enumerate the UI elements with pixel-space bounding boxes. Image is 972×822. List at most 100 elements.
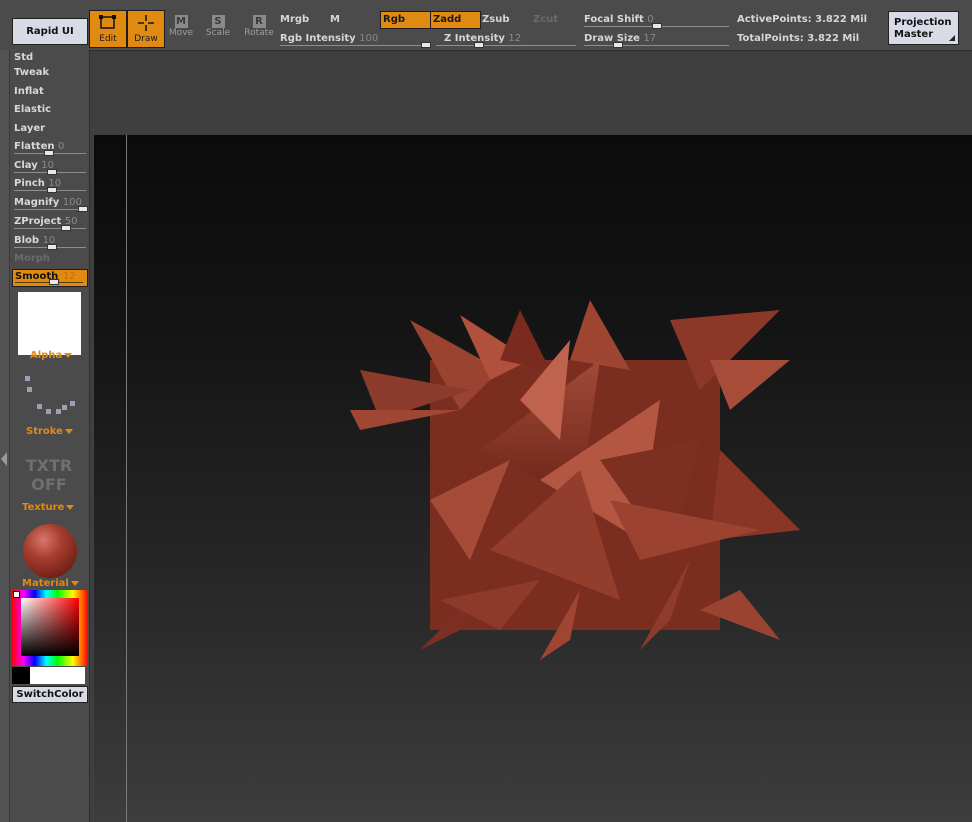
left-shelf-edge bbox=[0, 50, 10, 822]
texture-thumbnail[interactable]: TXTR OFF bbox=[22, 456, 76, 494]
scale-button[interactable]: S Scale bbox=[202, 13, 234, 38]
shelf-collapse-arrow-icon[interactable] bbox=[1, 452, 7, 466]
smooth-knob[interactable] bbox=[49, 279, 59, 285]
stroke-dot bbox=[70, 401, 75, 406]
switch-color-button[interactable]: SwitchColor bbox=[12, 686, 88, 703]
stroke-dot bbox=[62, 405, 67, 410]
zcut-button[interactable]: Zcut bbox=[533, 14, 558, 25]
total-points-label: TotalPoints: bbox=[737, 33, 804, 44]
sculpted-mesh[interactable] bbox=[340, 300, 810, 670]
stroke-dot bbox=[27, 387, 32, 392]
draw-size-track bbox=[584, 45, 729, 46]
rgb-intensity-knob[interactable] bbox=[421, 42, 431, 48]
stroke-dot bbox=[46, 409, 51, 414]
txtr-line2: OFF bbox=[31, 475, 67, 494]
texture-label: Texture bbox=[22, 502, 65, 513]
brush-inflat[interactable]: Inflat bbox=[14, 86, 44, 97]
rapid-ui-label: Rapid UI bbox=[26, 26, 74, 37]
rgb-intensity-track bbox=[280, 45, 430, 46]
brush-flatten[interactable]: Flatten 0 bbox=[14, 141, 64, 152]
brush-layer[interactable]: Layer bbox=[14, 123, 45, 134]
color-picker-saturation-square[interactable] bbox=[21, 598, 79, 656]
rotate-button[interactable]: R Rotate bbox=[243, 13, 275, 38]
brush-magnify-label: Magnify bbox=[14, 197, 60, 208]
projection-master-line2: Master bbox=[894, 29, 934, 40]
draw-size-slider[interactable]: Draw Size 17 bbox=[584, 33, 729, 48]
move-button[interactable]: M Move bbox=[165, 13, 197, 38]
draw-label: Draw bbox=[134, 34, 158, 44]
material-menu[interactable]: Material bbox=[22, 578, 79, 589]
brush-clay-label: Clay bbox=[14, 160, 38, 171]
total-points-value: 3.822 bbox=[807, 33, 839, 44]
zadd-label: Zadd bbox=[433, 14, 462, 25]
stroke-dot bbox=[37, 404, 42, 409]
brush-zproject-knob[interactable] bbox=[61, 225, 71, 231]
stroke-menu[interactable]: Stroke bbox=[26, 426, 73, 437]
edit-button[interactable]: Edit bbox=[89, 10, 127, 48]
brush-blob-knob[interactable] bbox=[47, 244, 57, 250]
corner-arrow-icon bbox=[949, 35, 955, 41]
brush-tweak[interactable]: Tweak bbox=[14, 67, 49, 78]
z-intensity-value: 12 bbox=[508, 33, 522, 44]
brush-std[interactable]: Std bbox=[14, 52, 33, 63]
z-intensity-slider[interactable]: Z Intensity 12 bbox=[436, 33, 576, 48]
rgb-intensity-value: 100 bbox=[359, 33, 379, 44]
rgb-intensity-label: Rgb Intensity bbox=[280, 33, 356, 44]
m-button[interactable]: M bbox=[330, 14, 340, 25]
scale-icon: S bbox=[211, 15, 225, 28]
draw-icon bbox=[128, 14, 164, 34]
z-intensity-knob[interactable] bbox=[474, 42, 484, 48]
move-label: Move bbox=[168, 28, 194, 38]
edit-label: Edit bbox=[99, 34, 117, 44]
draw-size-value: 17 bbox=[643, 33, 657, 44]
zadd-button[interactable]: Zadd bbox=[430, 11, 481, 29]
rgb-label: Rgb bbox=[383, 14, 406, 25]
active-points-readout: ActivePoints: 3.822 Mil bbox=[737, 14, 867, 25]
brush-flatten-value: 0 bbox=[57, 141, 65, 152]
brush-flatten-knob[interactable] bbox=[44, 150, 54, 156]
active-points-unit: Mil bbox=[850, 14, 868, 25]
draw-size-label: Draw Size bbox=[584, 33, 640, 44]
focal-shift-slider[interactable]: Focal Shift 0 bbox=[584, 14, 729, 29]
chevron-down-icon bbox=[64, 428, 73, 434]
alpha-menu[interactable]: Alpha bbox=[30, 350, 73, 361]
secondary-color-swatch[interactable] bbox=[12, 667, 30, 684]
rgb-button[interactable]: Rgb bbox=[380, 11, 431, 29]
active-points-value: 3.822 bbox=[815, 14, 847, 25]
brush-pinch-knob[interactable] bbox=[47, 187, 57, 193]
brush-zproject-track bbox=[14, 228, 86, 229]
scale-label: Scale bbox=[205, 28, 231, 38]
chevron-down-icon bbox=[64, 352, 73, 358]
brush-magnify-knob[interactable] bbox=[78, 206, 88, 212]
brush-pinch-label: Pinch bbox=[14, 178, 45, 189]
material-label: Material bbox=[22, 578, 69, 589]
primary-color-swatch[interactable] bbox=[30, 667, 85, 684]
zsub-button[interactable]: Zsub bbox=[482, 14, 509, 25]
z-intensity-track bbox=[436, 45, 576, 46]
chevron-down-icon bbox=[66, 504, 75, 510]
color-picker-marker[interactable] bbox=[13, 591, 20, 598]
texture-menu[interactable]: Texture bbox=[22, 502, 75, 513]
rgb-intensity-slider[interactable]: Rgb Intensity 100 bbox=[280, 33, 431, 48]
switch-color-label: SwitchColor bbox=[16, 689, 84, 700]
brush-clay-knob[interactable] bbox=[47, 169, 57, 175]
draw-button[interactable]: Draw bbox=[127, 10, 165, 48]
alpha-thumbnail[interactable] bbox=[18, 292, 81, 355]
brush-magnify[interactable]: Magnify 100 bbox=[14, 197, 82, 208]
rapid-ui-button[interactable]: Rapid UI bbox=[12, 18, 88, 45]
smooth-button[interactable]: Smooth 12 bbox=[12, 269, 88, 287]
focal-shift-label: Focal Shift bbox=[584, 14, 644, 25]
brush-elastic[interactable]: Elastic bbox=[14, 104, 51, 115]
active-points-label: ActivePoints: bbox=[737, 14, 812, 25]
material-sphere[interactable] bbox=[23, 524, 77, 578]
projection-master-button[interactable]: Projection Master bbox=[888, 11, 959, 45]
smooth-value: 12 bbox=[63, 271, 76, 282]
mrgb-button[interactable]: Mrgb bbox=[280, 14, 309, 25]
edit-icon bbox=[90, 14, 126, 34]
focal-shift-knob[interactable] bbox=[652, 23, 662, 29]
stroke-thumbnail[interactable] bbox=[20, 373, 80, 423]
draw-size-knob[interactable] bbox=[613, 42, 623, 48]
brush-morph[interactable]: Morph bbox=[14, 253, 50, 264]
chevron-down-icon bbox=[70, 580, 79, 586]
canvas-guide-line bbox=[126, 135, 127, 822]
